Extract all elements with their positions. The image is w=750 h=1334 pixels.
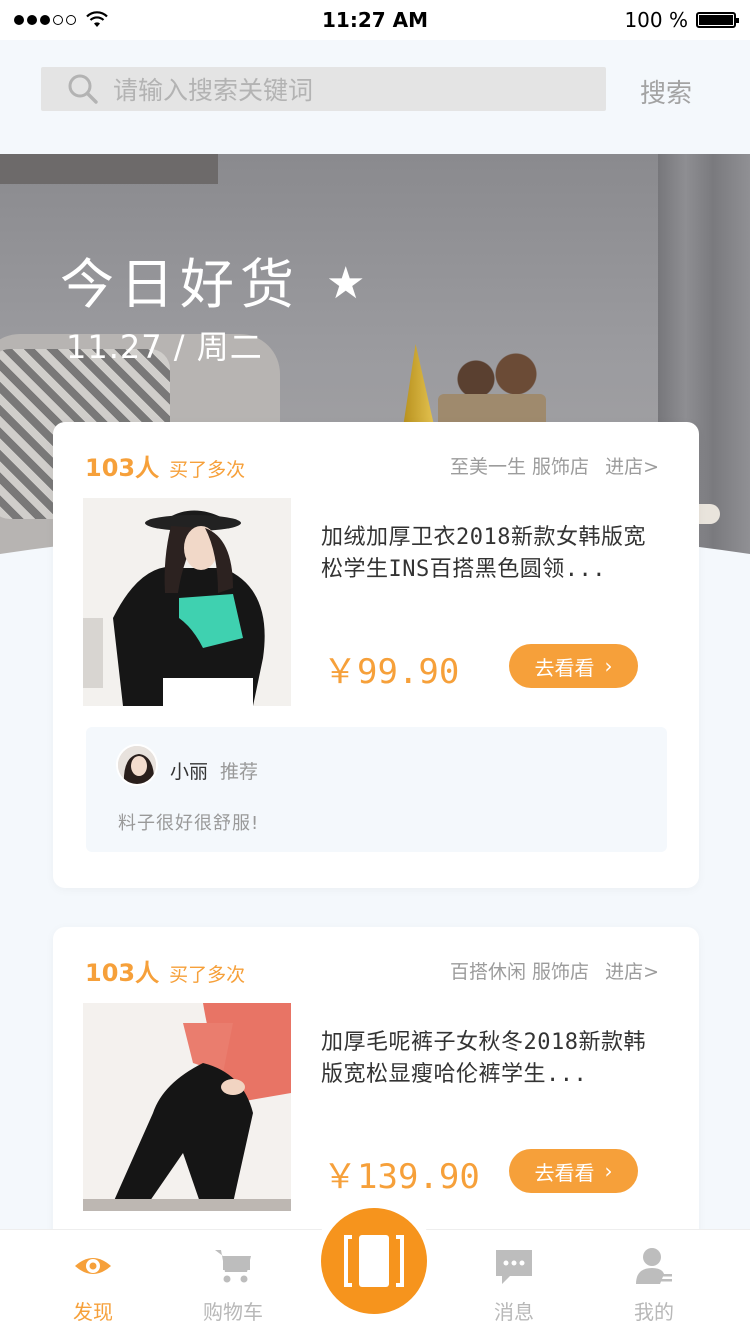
view-product-label: 去看看 [534,655,595,680]
eye-icon [75,1258,111,1274]
battery-icon [696,12,739,28]
status-time: 11:27 AM [321,8,428,32]
search-icon [68,74,98,104]
tab-label: 购物车 [203,1300,263,1324]
tab-cart[interactable]: 购物车 [173,1230,293,1334]
chevron-right-icon: › [604,654,613,678]
tab-label: 消息 [494,1300,534,1324]
recommender-name: 小丽 [170,761,209,783]
star-icon: ★ [326,258,366,309]
tab-label: 我的 [634,1300,674,1324]
product-title[interactable]: 加厚毛呢裤子女秋冬2018新款韩版宽松显瘦哈伦裤学生... [321,1027,661,1091]
buyers-count: 103人 [85,959,160,987]
cart-icon [215,1250,251,1283]
user-icon [636,1248,672,1284]
hero-date: 11.27 / 周二 [66,328,263,366]
search-placeholder: 请输入搜索关键词 [113,76,314,105]
message-icon [496,1250,532,1284]
view-product-button[interactable]: 去看看 › [509,644,638,688]
product-price: ￥99.90 [323,652,460,692]
search-area: 请输入搜索关键词 搜索 [0,40,750,154]
center-action-button[interactable] [321,1208,427,1314]
product-price: ￥139.90 [323,1157,480,1197]
recommendation: 小丽 推荐 料子很好很舒服! [86,727,667,852]
hero-title: 今日好货 [60,253,300,316]
status-bar: 11:27 AM 100 % [0,0,750,40]
tab-label: 发现 [73,1300,113,1324]
chevron-right-icon: › [604,1159,613,1183]
buyers-tip: 买了多次 [169,964,246,986]
avatar[interactable] [116,744,158,786]
shop-name: 百搭休闲 服饰店 [449,961,590,983]
recommend-comment: 料子很好很舒服! [118,813,260,834]
cards-icon [344,1235,404,1287]
tab-profile[interactable]: 我的 [594,1230,714,1334]
shop-name: 至美一生 服饰店 [449,456,590,478]
search-input[interactable]: 请输入搜索关键词 [41,67,606,111]
tab-messages[interactable]: 消息 [454,1230,574,1334]
enter-shop-link[interactable]: 进店> [605,456,659,478]
enter-shop-link[interactable]: 进店> [605,961,659,983]
recommend-tag: 推荐 [220,761,259,783]
product-card[interactable]: 103人 买了多次 至美一生 服饰店 进店> 加绒加厚卫衣2018新款女韩版宽松… [53,422,699,888]
view-product-button[interactable]: 去看看 › [509,1149,638,1193]
search-button[interactable]: 搜索 [640,73,692,110]
buyers-tip: 买了多次 [169,459,246,481]
view-product-label: 去看看 [534,1160,595,1185]
product-title[interactable]: 加绒加厚卫衣2018新款女韩版宽松学生INS百搭黑色圆领... [321,522,661,586]
product-image[interactable] [83,1003,291,1211]
tab-discover[interactable]: 发现 [33,1230,153,1334]
buyers-count: 103人 [85,454,160,482]
product-image[interactable] [83,498,291,706]
